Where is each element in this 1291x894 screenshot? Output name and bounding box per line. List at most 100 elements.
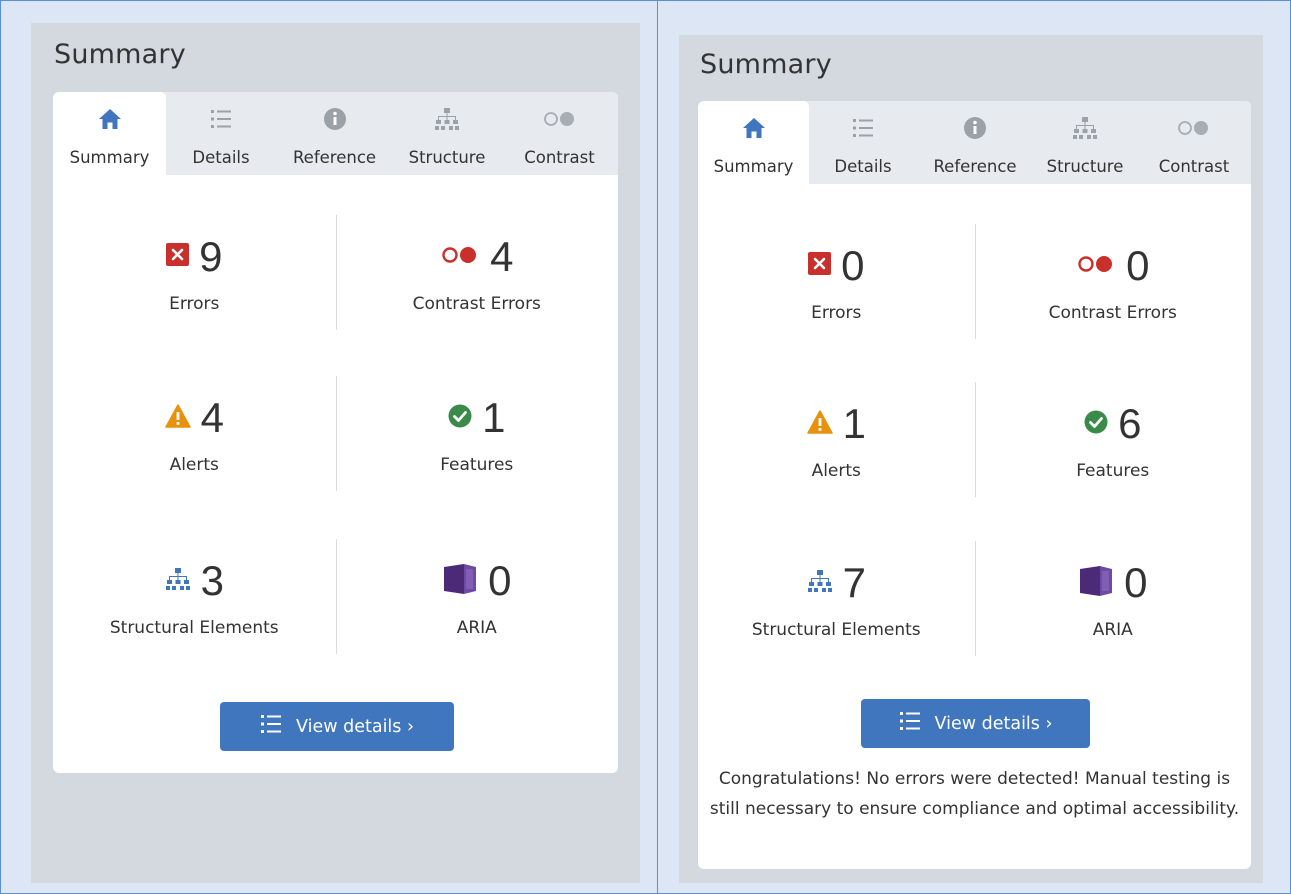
stat-label: Alerts xyxy=(169,454,219,475)
stat-alerts[interactable]: 1 Alerts xyxy=(698,382,975,497)
tab-reference[interactable]: Reference xyxy=(917,101,1033,184)
contrast-icon xyxy=(1177,113,1211,143)
stat-label: Errors xyxy=(169,293,220,314)
info-icon xyxy=(323,104,347,134)
stats-row: 7 Structural Elements 0 ARIA xyxy=(698,541,1251,656)
tab-label: Contrast xyxy=(524,148,595,167)
stat-value: 9 xyxy=(199,232,223,280)
summary-card: Summary Details Reference Structure Cont… xyxy=(698,101,1251,869)
stats-row: 4 Alerts 1 Features xyxy=(53,376,618,491)
error-icon xyxy=(166,243,190,270)
stat-value: 0 xyxy=(1124,558,1148,606)
stat-value: 7 xyxy=(842,558,866,606)
contrast-error-icon xyxy=(440,245,480,269)
stats-row: 0 Errors 0 Contrast Errors xyxy=(698,224,1251,339)
tab-contrast[interactable]: Contrast xyxy=(1137,101,1251,184)
stats-row: 1 Alerts 6 Features xyxy=(698,382,1251,497)
stat-value: 0 xyxy=(841,241,865,289)
info-icon xyxy=(963,113,987,143)
stat-structural-elements[interactable]: 7 Structural Elements xyxy=(698,541,975,656)
summary-pane-left: Summary Summary Details Reference Struct… xyxy=(31,23,640,883)
tab-details[interactable]: Details xyxy=(166,92,276,175)
aria-icon xyxy=(1078,565,1114,601)
stat-label: Alerts xyxy=(811,460,861,481)
button-label: View details › xyxy=(934,713,1053,734)
alert-icon xyxy=(806,409,833,438)
stat-value: 4 xyxy=(490,232,514,280)
tab-reference[interactable]: Reference xyxy=(276,92,393,175)
tab-label: Structure xyxy=(408,148,486,167)
stat-label: Contrast Errors xyxy=(1048,302,1177,323)
structure-icon xyxy=(807,569,833,597)
home-icon xyxy=(98,104,122,134)
list-icon xyxy=(899,711,921,736)
stat-value: 6 xyxy=(1118,399,1142,447)
tab-structure[interactable]: Structure xyxy=(393,92,501,175)
stat-contrast-errors[interactable]: 4 Contrast Errors xyxy=(336,215,619,330)
stat-label: Features xyxy=(440,454,514,475)
view-details-button[interactable]: View details › xyxy=(861,699,1090,748)
pane-title: Summary xyxy=(700,49,832,80)
stat-features[interactable]: 6 Features xyxy=(975,382,1252,497)
stat-value: 0 xyxy=(488,556,512,604)
stat-value: 0 xyxy=(1126,241,1150,289)
tab-label: Reference xyxy=(292,148,377,167)
tab-label: Reference xyxy=(933,157,1017,176)
alert-icon xyxy=(164,403,191,432)
stat-aria[interactable]: 0 ARIA xyxy=(975,541,1252,656)
list-icon xyxy=(260,714,282,739)
stat-label: Features xyxy=(1076,460,1150,481)
button-label: View details › xyxy=(296,716,414,737)
frame-divider xyxy=(657,0,658,894)
tab-summary[interactable]: Summary xyxy=(698,101,809,184)
stat-errors[interactable]: 0 Errors xyxy=(698,224,975,339)
tab-label: Contrast xyxy=(1158,157,1230,176)
stat-features[interactable]: 1 Features xyxy=(336,376,619,491)
list-icon xyxy=(210,104,232,134)
stats-row: 9 Errors 4 Contrast Errors xyxy=(53,215,618,330)
pane-title: Summary xyxy=(54,39,186,70)
structure-icon xyxy=(165,567,191,595)
stat-aria[interactable]: 0 ARIA xyxy=(336,539,619,654)
stat-contrast-errors[interactable]: 0 Contrast Errors xyxy=(975,224,1252,339)
stat-label: Contrast Errors xyxy=(412,293,541,314)
stat-label: ARIA xyxy=(1092,619,1133,640)
tab-bar: Summary Details Reference Structure Cont… xyxy=(53,92,618,175)
tab-structure[interactable]: Structure xyxy=(1033,101,1137,184)
stats-row: 3 Structural Elements 0 ARIA xyxy=(53,539,618,654)
stat-value: 1 xyxy=(842,399,866,447)
check-icon xyxy=(1084,410,1108,438)
home-icon xyxy=(742,113,766,143)
congratulations-message: Congratulations! No errors were detected… xyxy=(709,769,1240,819)
view-details-button[interactable]: View details › xyxy=(220,702,454,751)
contrast-icon xyxy=(543,104,577,134)
tab-label: Summary xyxy=(713,157,794,176)
stat-errors[interactable]: 9 Errors xyxy=(53,215,336,330)
stat-value: 3 xyxy=(200,556,224,604)
stat-value: 1 xyxy=(482,393,506,441)
contrast-error-icon xyxy=(1076,254,1116,278)
structure-icon xyxy=(434,104,460,134)
tab-label: Structure xyxy=(1046,157,1124,176)
stat-label: ARIA xyxy=(456,617,497,638)
stat-label: Structural Elements xyxy=(751,619,921,640)
summary-pane-right: Summary Summary Details Reference Struct… xyxy=(679,35,1263,883)
structure-icon xyxy=(1072,113,1098,143)
tab-bar: Summary Details Reference Structure Cont… xyxy=(698,101,1251,184)
aria-icon xyxy=(442,563,478,599)
list-icon xyxy=(852,113,874,143)
error-icon xyxy=(808,252,832,279)
tab-label: Summary xyxy=(69,148,150,167)
tab-details[interactable]: Details xyxy=(809,101,917,184)
stat-value: 4 xyxy=(200,393,224,441)
stat-label: Structural Elements xyxy=(109,617,279,638)
stat-structural-elements[interactable]: 3 Structural Elements xyxy=(53,539,336,654)
stat-label: Errors xyxy=(811,302,862,323)
stat-alerts[interactable]: 4 Alerts xyxy=(53,376,336,491)
check-icon xyxy=(448,404,472,432)
tab-contrast[interactable]: Contrast xyxy=(501,92,618,175)
summary-card: Summary Details Reference Structure Cont… xyxy=(53,92,618,773)
tab-summary[interactable]: Summary xyxy=(53,92,166,175)
tab-label: Details xyxy=(834,157,892,176)
tab-label: Details xyxy=(192,148,250,167)
